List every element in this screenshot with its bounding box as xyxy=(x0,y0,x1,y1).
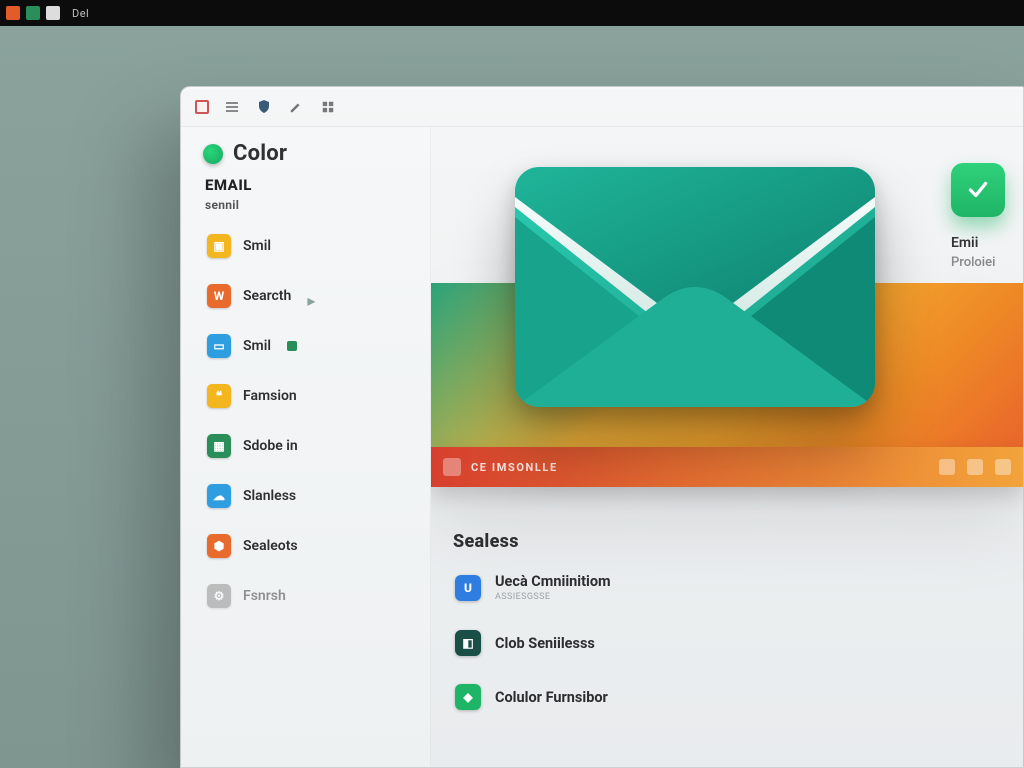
list-item-subtitle: ASSIESGSSE xyxy=(495,592,611,602)
action-icon[interactable] xyxy=(995,459,1011,475)
sidebar-section-sub: sennil xyxy=(205,198,412,212)
list-item[interactable]: U Uecà Cmniinitiom ASSIESGSSE xyxy=(453,567,1013,608)
list-item[interactable]: ◧ Clob Seniilesss xyxy=(453,624,1013,662)
shield-icon[interactable] xyxy=(255,98,273,116)
banner-label: CE IMSONLLE xyxy=(471,461,558,474)
list-item-title: Uecà Cmniinitiom xyxy=(495,573,611,590)
sidebar-header: Color xyxy=(203,141,412,166)
content-list: U Uecà Cmniinitiom ASSIESGSSE ◧ Clob Sen… xyxy=(453,567,1013,732)
taskbar-app-icon[interactable] xyxy=(26,6,40,20)
sidebar-item-sealeots[interactable]: ⬢ Sealeots xyxy=(203,528,412,564)
shield-icon: ⬢ xyxy=(207,534,231,558)
calendar-icon: ▦ xyxy=(207,434,231,458)
sidebar: Color EMAIL sennil ▣ Smil W Searcth ▸ ▭ … xyxy=(181,127,431,767)
swatch-icon: ◆ xyxy=(455,684,481,710)
list-item-title: Colulor Furnsibor xyxy=(495,689,608,706)
desktop: Color EMAIL sennil ▣ Smil W Searcth ▸ ▭ … xyxy=(0,26,1024,768)
banner-actions xyxy=(939,459,1011,475)
action-icon[interactable] xyxy=(939,459,955,475)
sidebar-item-label: Smil xyxy=(243,338,271,354)
box-icon: ◧ xyxy=(455,630,481,656)
taskbar-menu-label[interactable]: Del xyxy=(72,7,89,20)
action-icon[interactable] xyxy=(967,459,983,475)
taskbar-app-icon[interactable] xyxy=(6,6,20,20)
sidebar-item-smil2[interactable]: ▭ Smil xyxy=(203,328,412,364)
window-toolbar xyxy=(181,87,1023,127)
sidebar-item-label: Slanless xyxy=(243,488,296,504)
app-logo-icon xyxy=(203,144,223,164)
success-badge[interactable] xyxy=(951,163,1005,217)
sidebar-item-sdobe[interactable]: ▦ Sdobe in xyxy=(203,428,412,464)
sidebar-item-smil[interactable]: ▣ Smil xyxy=(203,228,412,264)
edit-icon[interactable] xyxy=(287,98,305,116)
chat-icon: ❝ xyxy=(207,384,231,408)
sidebar-item-famsion[interactable]: ❝ Famsion xyxy=(203,378,412,414)
monitor-icon: ▭ xyxy=(207,334,231,358)
stop-icon[interactable] xyxy=(195,100,209,114)
list-icon[interactable] xyxy=(223,98,241,116)
sidebar-item-label: Sdobe in xyxy=(243,438,298,454)
grid-icon[interactable] xyxy=(319,98,337,116)
os-taskbar: Del xyxy=(0,0,1024,26)
cloud-icon: ☁ xyxy=(207,484,231,508)
mail-envelope-icon xyxy=(515,167,875,407)
badge-icon xyxy=(287,341,297,351)
app-window: Color EMAIL sennil ▣ Smil W Searcth ▸ ▭ … xyxy=(180,86,1024,768)
sidebar-item-fsnrsh[interactable]: ⚙ Fsnrsh xyxy=(203,578,412,614)
chevron-icon: ▸ xyxy=(307,291,317,301)
gear-icon: ⚙ xyxy=(207,584,231,608)
sidebar-item-label: Famsion xyxy=(243,388,297,404)
sidebar-item-label: Smil xyxy=(243,238,271,254)
sidebar-section-heading: EMAIL xyxy=(205,176,412,194)
letter-icon: W xyxy=(207,284,231,308)
banner-action-bar: CE IMSONLLE xyxy=(431,447,1023,487)
list-item[interactable]: ◆ Colulor Furnsibor xyxy=(453,678,1013,716)
folder-icon: ▣ xyxy=(207,234,231,258)
tag-icon[interactable] xyxy=(443,458,461,476)
taskbar-app-icon[interactable] xyxy=(46,6,60,20)
doc-icon: U xyxy=(455,575,481,601)
main-content: CE IMSONLLE xyxy=(431,127,1023,767)
section-heading: Sealess xyxy=(453,531,519,552)
sidebar-item-label: Fsnrsh xyxy=(243,588,286,604)
sidebar-item-label: Sealeots xyxy=(243,538,298,554)
app-title: Color xyxy=(233,141,287,166)
status-line1: Emii xyxy=(951,235,1023,251)
sidebar-item-slanless[interactable]: ☁ Slanless xyxy=(203,478,412,514)
sidebar-item-label: Searcth xyxy=(243,288,291,304)
sidebar-item-search[interactable]: W Searcth ▸ xyxy=(203,278,412,314)
status-card: Emii Proloiei xyxy=(945,163,1023,270)
status-line2: Proloiei xyxy=(951,255,1023,270)
list-item-title: Clob Seniilesss xyxy=(495,635,595,652)
